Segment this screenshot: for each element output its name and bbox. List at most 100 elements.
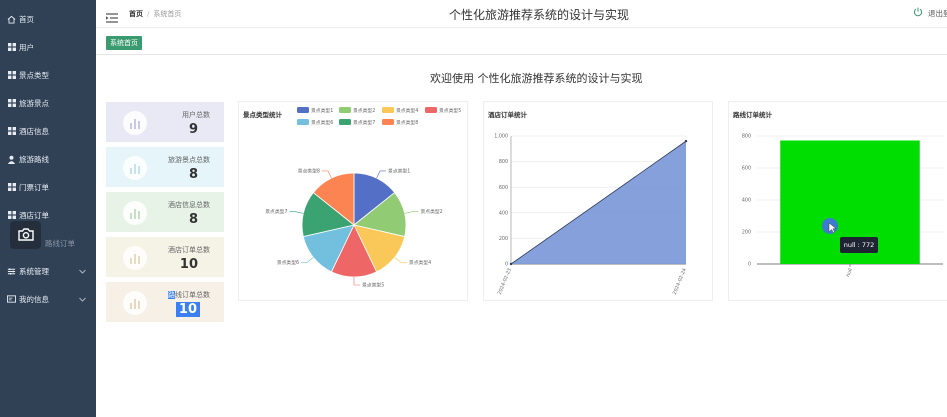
chart-tooltip: null : 772 (840, 237, 878, 253)
pie-label: 景点类型6 (277, 259, 299, 266)
logout-button[interactable]: 退出登录 (913, 7, 947, 19)
bar-chart-icon (123, 246, 147, 270)
breadcrumb-home[interactable]: 首页 (129, 10, 143, 18)
pie-label: 景点类型1 (388, 168, 410, 175)
bar-chart-icon (123, 291, 147, 315)
legend-label: 景点类型6 (311, 119, 333, 126)
stat-label: 酒店订单总数 (168, 246, 210, 254)
y-tick-label: 200 (742, 230, 751, 236)
grid-icon (7, 183, 16, 192)
pie-label-line (353, 277, 360, 286)
pie-label: 景点类型5 (362, 282, 384, 289)
legend-swatch (297, 119, 309, 125)
legend-label: 景点类型5 (439, 107, 461, 114)
stat-card-hotel-orders: 酒店订单总数 10 (106, 237, 224, 277)
stat-label-selected: 路 (168, 291, 175, 299)
legend-label: 景点类型2 (353, 107, 375, 114)
legend-swatch (297, 107, 309, 113)
legend-label: 景点类型8 (396, 119, 418, 126)
y-tick-label: 600 (499, 185, 508, 191)
sidebar-item-label: 路线订单 (45, 238, 75, 248)
sidebar-item-label: 门票订单 (19, 182, 49, 192)
screenshot-button[interactable] (10, 221, 41, 249)
sidebar-item-home[interactable]: 首页 (0, 9, 96, 29)
sidebar-item-profile[interactable]: 我的信息 (0, 289, 96, 309)
sidebar-item-ticket-orders[interactable]: 门票订单 (0, 177, 96, 197)
camera-icon (17, 226, 34, 245)
sidebar-item-label: 旅游路线 (19, 154, 49, 164)
y-tick-label: 0 (748, 262, 751, 268)
legend-swatch (382, 119, 394, 125)
stat-card-route-orders: 路线订单总数 10 (106, 282, 224, 322)
sidebar-item-spot-types[interactable]: 景点类型 (0, 65, 96, 85)
pie-label-line (301, 257, 314, 263)
chevron-down-icon (79, 295, 86, 304)
legend-label: 景点类型4 (396, 107, 418, 114)
sidebar-item-label: 首页 (19, 14, 34, 24)
tab-home[interactable]: 系统首页 (106, 36, 142, 50)
stat-value: 9 (188, 122, 198, 137)
grid-icon (7, 43, 16, 52)
logout-label: 退出登录 (928, 8, 947, 18)
grid-icon (7, 71, 16, 80)
y-tick-label: 0 (505, 262, 508, 268)
legend-label: 景点类型1 (311, 107, 333, 114)
grid-icon (7, 99, 16, 108)
data-point (684, 139, 688, 143)
menu-toggle-icon[interactable] (106, 8, 118, 27)
pie-label-line (404, 211, 419, 214)
sidebar-item-users[interactable]: 用户 (0, 37, 96, 57)
pie-chart: 景点类型1 景点类型2 景点类型4 景点类型5 景点类型6 景点类型7 景点类型8 景点类型1… (265, 107, 461, 289)
sidebar-item-system[interactable]: 系统管理 (0, 261, 96, 281)
sidebar-item-label: 旅游景点 (19, 98, 49, 108)
legend-swatch (425, 107, 437, 113)
stat-value: 10 (175, 302, 200, 317)
x-tick-label: 2024-02-23 (497, 268, 513, 296)
y-tick-label: 400 (742, 198, 751, 204)
grid-icon (7, 127, 16, 136)
stat-value: 8 (188, 167, 198, 182)
sidebar-item-scenic-spots[interactable]: 旅游景点 (0, 93, 96, 113)
y-tick-label: 1,000 (494, 134, 508, 140)
stat-label: 用户总数 (182, 111, 210, 119)
breadcrumb-current: 系统首页 (153, 10, 182, 18)
y-tick-label: 800 (742, 134, 751, 140)
chevron-down-icon (79, 267, 86, 276)
y-tick-label: 600 (742, 166, 751, 172)
stat-card-users: 用户总数 9 (106, 102, 224, 142)
pie-label-line (376, 170, 387, 179)
legend-label: 景点类型7 (353, 119, 375, 126)
sidebar-item-label: 酒店订单 (19, 210, 49, 220)
pie-label-line (394, 257, 407, 263)
pie-chart-panel: 景点类型统计 景点类型1 景点类型2 景点类型4 景点类型5 景点类型6 景点类型7 景点类… (238, 101, 468, 301)
app-root: 首页 用户 景点类型 旅游景点 酒店信息 旅游路线 门票订单 酒店订单 路线订单… (0, 0, 947, 417)
stat-value: 10 (179, 257, 198, 272)
bar-chart: 0 200 400 600 800 null (742, 134, 943, 278)
bar-chart-panel: 路线订单统计 0 200 400 600 800 null (728, 101, 947, 301)
stat-label: 路线订单总数 (168, 290, 210, 300)
pie-label: 景点类型8 (298, 168, 320, 175)
bar-chart-icon (123, 156, 147, 180)
stat-label: 旅游景点总数 (168, 156, 210, 164)
area-chart: 0 200 400 600 800 1,000 2024-02-23 2024-02-24 (494, 134, 688, 296)
y-tick-label: 200 (499, 236, 508, 242)
legend-swatch (382, 107, 394, 113)
sidebar-item-routes[interactable]: 旅游路线 (0, 149, 96, 169)
pie-label: 景点类型2 (420, 208, 442, 215)
sidebar-item-label: 系统管理 (19, 266, 49, 276)
sidebar-item-label: 酒店信息 (19, 126, 49, 136)
sidebar-item-hotels[interactable]: 酒店信息 (0, 121, 96, 141)
stat-card-scenic-spots: 旅游景点总数 8 (106, 147, 224, 187)
legend-swatch (339, 119, 351, 125)
sidebar-item-label: 用户 (19, 42, 34, 52)
stat-value: 8 (188, 212, 198, 227)
pie-label: 景点类型4 (409, 259, 431, 266)
id-card-icon (7, 295, 16, 304)
sidebar-item-label: 景点类型 (19, 70, 49, 80)
bar-chart-icon (123, 201, 147, 225)
x-tick-label: null (845, 268, 854, 278)
stat-label-rest: 线订单总数 (175, 291, 210, 299)
legend-swatch (339, 107, 351, 113)
pie-label: 景点类型7 (265, 208, 287, 215)
sliders-icon (7, 267, 16, 276)
